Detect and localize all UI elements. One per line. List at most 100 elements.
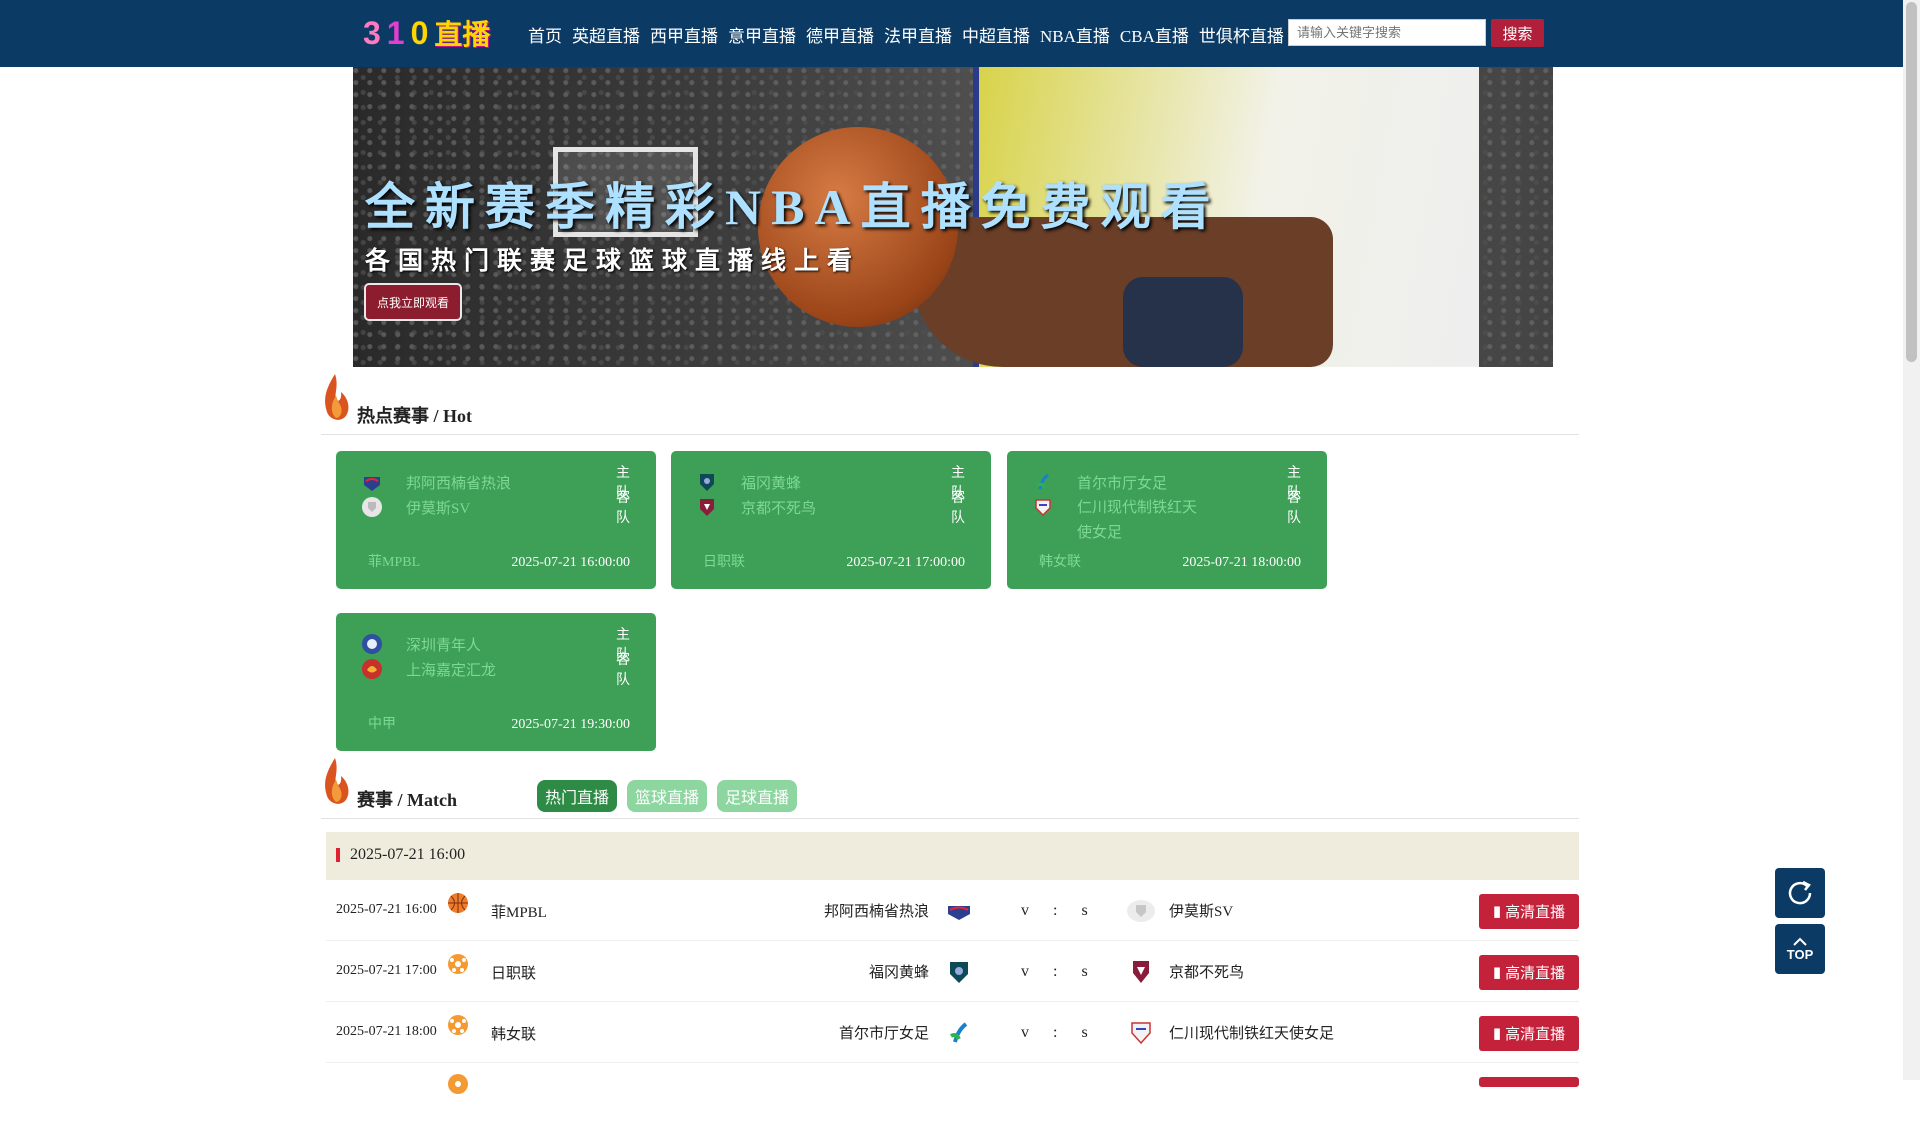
score-placeholder: v : s: [1021, 963, 1088, 980]
basketball-icon: [448, 893, 468, 913]
match-tabs: 热门直播 篮球直播 足球直播: [537, 780, 798, 812]
match-row: 2025-07-21 16:00 菲MPBL 邦阿西楠省热浪 v : s 伊莫斯…: [326, 880, 1579, 941]
player-sleeve-image: [1123, 277, 1243, 367]
home-team-name: 福冈黄蜂: [741, 475, 802, 492]
nav-club-world-cup[interactable]: 世俱杯直播: [1199, 22, 1284, 47]
match-row-partial: [326, 1063, 1579, 1123]
hd-live-button[interactable]: ▮ 高清直播: [1479, 955, 1579, 990]
match-time: 2025-07-21 16:00: [336, 902, 437, 917]
hot-match-card[interactable]: 福冈黄蜂 主队 京都不死鸟 客队 日职联 2025-07-21 17:00:00: [671, 451, 991, 589]
hd-live-button[interactable]: ▮ 高清直播: [1479, 894, 1579, 929]
hd-live-label: 高清直播: [1505, 966, 1566, 982]
banner-subtitle: 各国热门联赛足球篮球直播线上看: [365, 246, 861, 275]
league-name: 韩女联: [491, 1027, 537, 1043]
back-to-top-button[interactable]: TOP: [1775, 924, 1825, 974]
home-team-name[interactable]: 首尔市厅女足: [839, 1022, 929, 1043]
hot-section-header: 热点赛事 / Hot: [321, 372, 1579, 435]
shenzhen-crest-icon: [362, 634, 382, 654]
away-label: 客队: [616, 653, 630, 688]
away-team-name[interactable]: 仁川现代制铁红天使女足: [1169, 1022, 1334, 1043]
home-team-name: 首尔市厅女足: [1077, 475, 1168, 492]
date-group-label: 2025-07-21 16:00: [350, 846, 466, 863]
refresh-button[interactable]: [1775, 868, 1825, 918]
search-input[interactable]: [1288, 19, 1486, 46]
main-nav: 首页 英超直播 西甲直播 意甲直播 德甲直播 法甲直播 中超直播 NBA直播 C…: [528, 22, 1284, 47]
hero-banner[interactable]: 全新赛季精彩NBA直播免费观看 各国热门联赛足球篮球直播线上看 点我立即观看: [353, 67, 1553, 367]
match-section-header: 赛事 / Match: [321, 756, 1579, 819]
league-name: 菲MPBL: [491, 905, 547, 921]
wave-crest-icon: [364, 477, 380, 491]
match-time: 2025-07-21 19:30:00: [511, 717, 630, 732]
score-placeholder: v : s: [1021, 1024, 1088, 1041]
tab-football-live[interactable]: 足球直播: [717, 780, 798, 812]
football-icon: [448, 954, 468, 974]
home-team-row: 深圳青年人 主队: [361, 628, 630, 663]
match-row: 2025-07-21 17:00 日职联 福冈黄蜂 v : s 京都不死鸟 ▮ 高…: [326, 941, 1579, 1002]
home-team-name[interactable]: 福冈黄蜂: [869, 961, 929, 982]
home-team-name: 深圳青年人: [406, 637, 482, 654]
home-team-name[interactable]: 邦阿西楠省热浪: [824, 900, 929, 921]
hd-live-button[interactable]: ▮ 高清直播: [1479, 1016, 1579, 1051]
seoul-crest-icon: [1037, 473, 1049, 490]
banner-watch-button[interactable]: 点我立即观看: [364, 283, 462, 321]
hot-section-title: 热点赛事 / Hot: [357, 406, 472, 426]
page-scrollbar[interactable]: [1903, 0, 1920, 1080]
scrollbar-thumb[interactable]: [1906, 2, 1917, 362]
dragon-crest-icon: [362, 659, 382, 679]
away-team-name: 京都不死鸟: [741, 500, 817, 517]
away-team-name: 仁川现代制铁红天使女足: [1077, 500, 1198, 541]
hot-match-card[interactable]: 深圳青年人 主队 上海嘉定汇龙 客队 中甲 2025-07-21 19:30:0…: [336, 613, 656, 751]
search-button[interactable]: 搜索: [1491, 19, 1544, 47]
nav-nba[interactable]: NBA直播: [1040, 22, 1110, 47]
away-team-row: 仁川现代制铁红天使女足 客队: [1032, 491, 1301, 541]
away-label: 客队: [1287, 491, 1301, 526]
default-shield-icon: [362, 497, 382, 517]
site-logo[interactable]: 3 1 0 直播: [363, 14, 501, 52]
calendar-icon: [336, 848, 340, 862]
football-icon: [448, 1074, 468, 1094]
signal-bars-icon: ▮: [1492, 965, 1502, 981]
league-name: 菲MPBL: [368, 555, 421, 570]
league-name: 中甲: [368, 717, 396, 732]
football-icon: [448, 1015, 468, 1035]
hot-match-card[interactable]: 邦阿西楠省热浪 主队 伊莫斯SV 客队 菲MPBL 2025-07-21 16:…: [336, 451, 656, 589]
tab-basketball-live[interactable]: 篮球直播: [627, 780, 708, 812]
home-team-row: 福冈黄蜂 主队: [696, 466, 965, 501]
home-team-row: 邦阿西楠省热浪 主队: [361, 466, 630, 501]
nav-seriea[interactable]: 意甲直播: [728, 22, 796, 47]
nav-home[interactable]: 首页: [528, 22, 562, 47]
flame-icon: [325, 374, 349, 420]
home-team-name: 邦阿西楠省热浪: [406, 475, 512, 492]
away-team-name: 伊莫斯SV: [406, 500, 471, 517]
tab-hot-live[interactable]: 热门直播: [537, 780, 618, 812]
nav-cba[interactable]: CBA直播: [1120, 22, 1189, 47]
score-placeholder: v : s: [1021, 902, 1088, 919]
back-to-top-label: TOP: [1786, 946, 1814, 962]
match-time: 2025-07-21 17:00: [336, 963, 437, 978]
nav-bundesliga[interactable]: 德甲直播: [806, 22, 874, 47]
away-team-row: 伊莫斯SV 客队: [361, 491, 630, 526]
nav-laliga[interactable]: 西甲直播: [650, 22, 718, 47]
nav-epl[interactable]: 英超直播: [572, 22, 640, 47]
wave-crest-icon: [948, 906, 970, 920]
seoul-crest-icon: [949, 1022, 968, 1043]
away-label: 客队: [951, 491, 965, 526]
match-row: 2025-07-21 18:00 韩女联 首尔市厅女足 v : s 仁川现代制铁…: [326, 1002, 1579, 1063]
away-team-name[interactable]: 京都不死鸟: [1169, 961, 1244, 982]
hd-live-button[interactable]: [1479, 1077, 1579, 1087]
match-time: 2025-07-21 18:00: [336, 1024, 437, 1039]
signal-bars-icon: ▮: [1492, 904, 1502, 920]
hot-match-card[interactable]: 首尔市厅女足 主队 仁川现代制铁红天使女足 客队 韩女联 2025-07-21 …: [1007, 451, 1327, 589]
home-team-row: 首尔市厅女足 主队: [1032, 466, 1301, 501]
nav-csl[interactable]: 中超直播: [962, 22, 1030, 47]
top-navbar: 3 1 0 直播 首页 英超直播 西甲直播 意甲直播 德甲直播 法甲直播 中超直…: [0, 0, 1903, 67]
away-team-name[interactable]: 伊莫斯SV: [1169, 900, 1233, 921]
league-name: 日职联: [491, 966, 537, 982]
match-time: 2025-07-21 17:00:00: [846, 555, 965, 570]
hd-live-label: 高清直播: [1505, 1027, 1566, 1043]
chevron-up-icon: [1793, 937, 1807, 946]
match-section-title: 赛事 / Match: [357, 790, 457, 810]
match-time: 2025-07-21 18:00:00: [1182, 555, 1301, 570]
hornet-crest-icon: [950, 962, 968, 983]
nav-ligue1[interactable]: 法甲直播: [884, 22, 952, 47]
